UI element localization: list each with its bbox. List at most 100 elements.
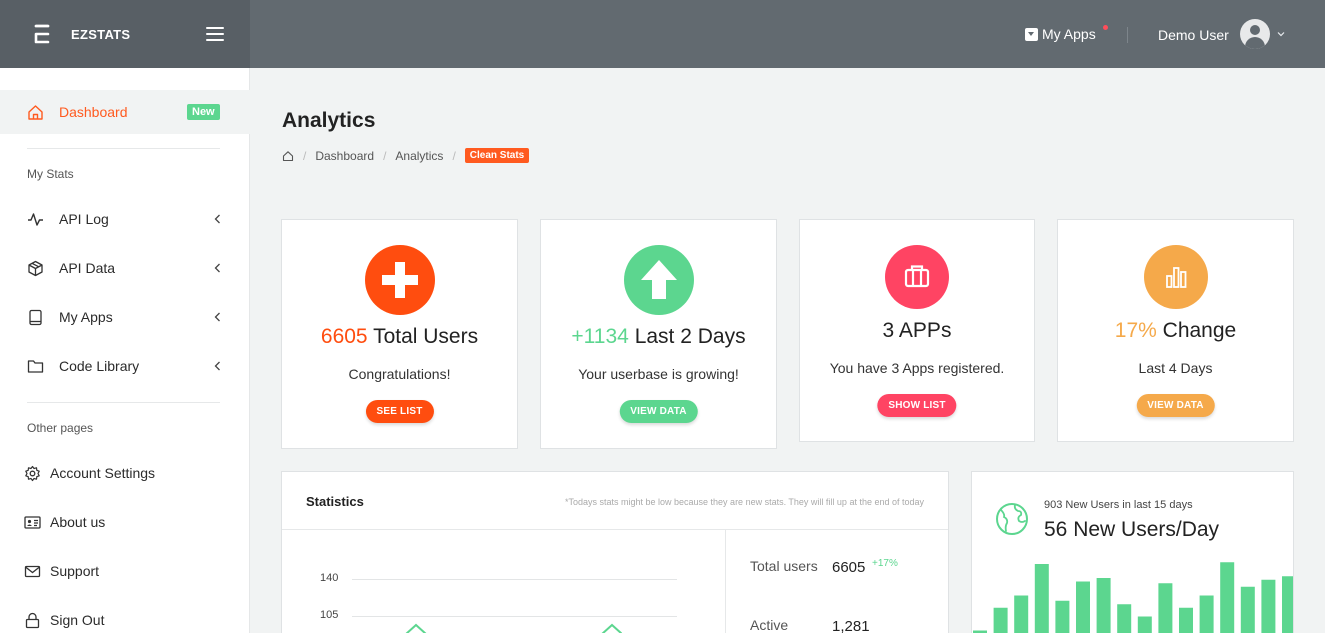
sidebar-heading-my-stats: My Stats — [27, 167, 74, 181]
sidebar-item-label: Account Settings — [50, 465, 156, 481]
id-card-icon — [24, 515, 41, 529]
stat-label: Total Users — [373, 325, 479, 348]
view-data-button[interactable]: VIEW DATA — [619, 400, 698, 423]
gear-icon — [25, 465, 40, 481]
chevron-left-icon — [214, 263, 220, 273]
stat-value: 6605 — [320, 325, 368, 348]
brand-area: EZSTATS — [0, 0, 250, 68]
folder-icon — [27, 359, 44, 373]
stat-subtext: Your userbase is growing! — [578, 366, 739, 382]
sidebar-item-api-log[interactable]: API Log — [0, 197, 250, 241]
breadcrumb-dashboard[interactable]: Dashboard — [315, 149, 374, 163]
brand-name: EZSTATS — [71, 27, 131, 42]
stat-subtext: You have 3 Apps registered. — [829, 360, 1005, 376]
tablet-icon — [29, 309, 42, 325]
total-users-value: 6605 — [832, 559, 866, 576]
globe-icon — [996, 503, 1028, 535]
sidebar-item-label: My Apps — [59, 309, 113, 325]
sidebar-item-label: API Data — [59, 260, 116, 276]
lock-icon — [25, 612, 40, 628]
bar — [1076, 581, 1090, 633]
box-icon — [28, 260, 43, 276]
bar — [1014, 595, 1029, 633]
bar — [1179, 607, 1193, 633]
statistics-note: *Todays stats might be low because they … — [564, 497, 924, 507]
line-chart-peaks — [405, 623, 622, 633]
bar — [993, 607, 1008, 633]
y-tick-label: 105 — [320, 609, 339, 621]
sidebar: Dashboard New My Stats API Log API Data … — [0, 68, 250, 633]
stat-subtext: Last 4 Days — [1138, 360, 1213, 376]
gridline — [352, 579, 677, 580]
stat-headline: +1134 Last 2 Days — [541, 325, 776, 349]
bar-chart-icon — [1143, 245, 1208, 309]
user-name[interactable]: Demo User — [1158, 27, 1229, 43]
new-users-card: 903 New Users in last 15 days 56 New Use… — [971, 471, 1294, 633]
bar — [1055, 600, 1070, 633]
new-users-bar-chart — [973, 562, 1293, 633]
my-apps-label: My Apps — [1042, 26, 1096, 42]
stat-subtext: Congratulations! — [348, 366, 451, 382]
stat-card-change: 17% Change Last 4 Days VIEW DATA — [1057, 219, 1294, 442]
briefcase-icon — [885, 245, 949, 309]
bar — [1220, 562, 1235, 633]
arrow-up-icon — [623, 245, 694, 315]
bar — [1240, 586, 1255, 633]
avatar[interactable] — [1240, 19, 1270, 49]
sidebar-heading-other-pages: Other pages — [27, 421, 94, 435]
logo-icon — [34, 24, 50, 44]
bar — [1199, 595, 1214, 633]
sidebar-divider — [27, 148, 220, 149]
stat-card-total-users: 6605 Total Users Congratulations! SEE LI… — [281, 219, 518, 449]
stat-value: +1134 — [571, 325, 629, 348]
notification-dot — [1103, 25, 1108, 30]
divider — [1127, 27, 1128, 43]
bar — [1034, 564, 1049, 633]
sidebar-item-account-settings[interactable]: Account Settings — [0, 451, 250, 495]
breadcrumb-separator: / — [303, 148, 307, 163]
bar — [1282, 576, 1293, 633]
sidebar-divider — [27, 402, 220, 403]
total-users-change: +17% — [872, 558, 898, 569]
bar — [1137, 616, 1152, 633]
sidebar-item-sign-out[interactable]: Sign Out — [0, 598, 250, 633]
breadcrumb-analytics[interactable]: Analytics — [395, 149, 443, 163]
see-list-button[interactable]: SEE LIST — [365, 400, 434, 423]
sidebar-item-api-data[interactable]: API Data — [0, 246, 250, 290]
sidebar-item-my-apps[interactable]: My Apps — [0, 295, 250, 339]
bar — [1096, 578, 1111, 633]
new-badge: New — [187, 104, 220, 120]
view-data-button[interactable]: VIEW DATA — [1136, 394, 1215, 417]
stat-label: APPs — [898, 319, 952, 342]
gridline — [352, 616, 677, 617]
sidebar-item-label: About us — [50, 514, 106, 530]
menu-toggle-icon[interactable] — [206, 27, 224, 41]
bar — [1158, 583, 1173, 633]
divider — [725, 529, 726, 633]
bar — [1261, 579, 1276, 633]
new-users-caption: 903 New Users in last 15 days — [1044, 499, 1193, 511]
bar — [1117, 604, 1132, 633]
sidebar-item-support[interactable]: Support — [0, 549, 250, 593]
statistics-card: Statistics *Todays stats might be low be… — [281, 471, 949, 633]
plus-icon — [364, 245, 435, 315]
sidebar-item-about-us[interactable]: About us — [0, 500, 250, 544]
stat-value: 17% — [1114, 319, 1157, 342]
breadcrumb: / Dashboard / Analytics / Clean Stats — [282, 148, 530, 163]
envelope-icon — [24, 565, 41, 577]
home-icon[interactable] — [282, 150, 294, 162]
dropdown-box-icon — [1025, 27, 1038, 41]
breadcrumb-separator: / — [452, 148, 456, 163]
sidebar-item-dashboard[interactable]: Dashboard New — [0, 90, 250, 134]
show-list-button[interactable]: SHOW LIST — [877, 394, 957, 417]
stat-headline: 6605 Total Users — [282, 325, 517, 349]
stat-card-last-2-days: +1134 Last 2 Days Your userbase is growi… — [540, 219, 777, 449]
sidebar-item-label: Sign Out — [50, 612, 105, 628]
y-tick-label: 140 — [320, 572, 339, 584]
sidebar-item-code-library[interactable]: Code Library — [0, 344, 250, 388]
total-users-label: Total users — [750, 558, 818, 574]
chevron-left-icon — [214, 214, 220, 224]
my-apps-menu[interactable]: My Apps — [1025, 26, 1096, 42]
chevron-left-icon — [214, 312, 220, 322]
chevron-down-icon[interactable] — [1277, 30, 1285, 38]
